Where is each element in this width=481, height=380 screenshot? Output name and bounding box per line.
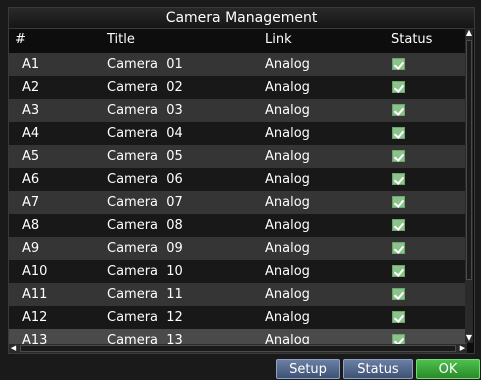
- camera-title[interactable]: Camera 04: [107, 122, 183, 145]
- status-checkbox[interactable]: [392, 150, 405, 162]
- status-checkbox[interactable]: [392, 219, 405, 231]
- camera-link[interactable]: Analog: [265, 214, 310, 237]
- camera-link[interactable]: Analog: [265, 145, 310, 168]
- camera-title[interactable]: Camera 10: [107, 260, 183, 283]
- camera-id: A9: [22, 241, 40, 256]
- table-row[interactable]: A12 Camera 12 Analog: [9, 306, 467, 329]
- camera-title[interactable]: Camera 11: [107, 283, 183, 306]
- status-button[interactable]: Status: [343, 359, 413, 379]
- table-row[interactable]: A6 Camera 06 Analog: [9, 168, 467, 191]
- camera-table: A1 Camera 01 Analog A2 Camera 02 Analog A3 Came…: [9, 53, 467, 352]
- camera-id: A8: [22, 218, 40, 233]
- table-row[interactable]: A11 Camera 11 Analog: [9, 283, 467, 306]
- table-row[interactable]: A10 Camera 10 Analog: [9, 260, 467, 283]
- table-row[interactable]: A8 Camera 08 Analog: [9, 214, 467, 237]
- table-row[interactable]: A5 Camera 05 Analog: [9, 145, 467, 168]
- status-checkbox[interactable]: [392, 81, 405, 93]
- camera-link[interactable]: Analog: [265, 237, 310, 260]
- camera-title[interactable]: Camera 08: [107, 214, 183, 237]
- camera-link[interactable]: Analog: [265, 283, 310, 306]
- camera-link[interactable]: Analog: [265, 260, 310, 283]
- ok-button[interactable]: OK: [416, 359, 480, 379]
- table-row[interactable]: A1 Camera 01 Analog: [9, 53, 467, 76]
- camera-management-dialog: Camera Management # Title Link Status A1…: [8, 7, 475, 354]
- camera-link[interactable]: Analog: [265, 168, 310, 191]
- horizontal-scroll-thumb[interactable]: [20, 345, 456, 352]
- table-header: # Title Link Status: [9, 28, 467, 50]
- status-checkbox[interactable]: [392, 127, 405, 139]
- camera-title[interactable]: Camera 02: [107, 76, 183, 99]
- scroll-left-icon[interactable]: ◀: [9, 344, 18, 353]
- table-row[interactable]: A4 Camera 04 Analog: [9, 122, 467, 145]
- column-header-id[interactable]: #: [15, 32, 26, 47]
- setup-button[interactable]: Setup: [276, 359, 340, 379]
- scroll-right-icon[interactable]: ▶: [458, 344, 467, 353]
- camera-link[interactable]: Analog: [265, 122, 310, 145]
- status-checkbox[interactable]: [392, 104, 405, 116]
- status-checkbox[interactable]: [392, 58, 405, 70]
- status-checkbox[interactable]: [392, 196, 405, 208]
- table-row[interactable]: A3 Camera 03 Analog: [9, 99, 467, 122]
- camera-id: A5: [22, 149, 40, 164]
- table-row[interactable]: A9 Camera 09 Analog: [9, 237, 467, 260]
- column-header-status[interactable]: Status: [391, 32, 432, 47]
- camera-id: A3: [22, 103, 40, 118]
- table-row[interactable]: A2 Camera 02 Analog: [9, 76, 467, 99]
- status-checkbox[interactable]: [392, 311, 405, 323]
- scroll-down-icon[interactable]: ▼: [465, 333, 473, 343]
- status-checkbox[interactable]: [392, 265, 405, 277]
- vertical-scrollbar[interactable]: ▲ ▼: [465, 28, 473, 343]
- camera-id: A1: [22, 57, 40, 72]
- camera-link[interactable]: Analog: [265, 191, 310, 214]
- camera-id: A6: [22, 172, 40, 187]
- camera-link[interactable]: Analog: [265, 99, 310, 122]
- status-checkbox[interactable]: [392, 242, 405, 254]
- camera-title[interactable]: Camera 12: [107, 306, 183, 329]
- table-row[interactable]: A7 Camera 07 Analog: [9, 191, 467, 214]
- camera-title[interactable]: Camera 06: [107, 168, 183, 191]
- column-header-title[interactable]: Title: [107, 32, 135, 47]
- camera-id: A12: [22, 310, 48, 325]
- scroll-up-icon[interactable]: ▲: [465, 28, 473, 38]
- camera-title[interactable]: Camera 07: [107, 191, 183, 214]
- vertical-scroll-thumb[interactable]: [466, 40, 472, 280]
- dialog-title: Camera Management: [9, 8, 474, 29]
- camera-link[interactable]: Analog: [265, 76, 310, 99]
- camera-title[interactable]: Camera 03: [107, 99, 183, 122]
- camera-title[interactable]: Camera 05: [107, 145, 183, 168]
- camera-title[interactable]: Camera 01: [107, 53, 183, 76]
- camera-id: A7: [22, 195, 40, 210]
- camera-id: A4: [22, 126, 40, 141]
- camera-id: A10: [22, 264, 48, 279]
- camera-link[interactable]: Analog: [265, 306, 310, 329]
- column-header-link[interactable]: Link: [265, 32, 292, 47]
- status-checkbox[interactable]: [392, 288, 405, 300]
- camera-id: A2: [22, 80, 40, 95]
- status-checkbox[interactable]: [392, 173, 405, 185]
- camera-title[interactable]: Camera 09: [107, 237, 183, 260]
- camera-id: A11: [22, 287, 48, 302]
- camera-link[interactable]: Analog: [265, 53, 310, 76]
- horizontal-scrollbar[interactable]: ◀ ▶: [9, 344, 467, 353]
